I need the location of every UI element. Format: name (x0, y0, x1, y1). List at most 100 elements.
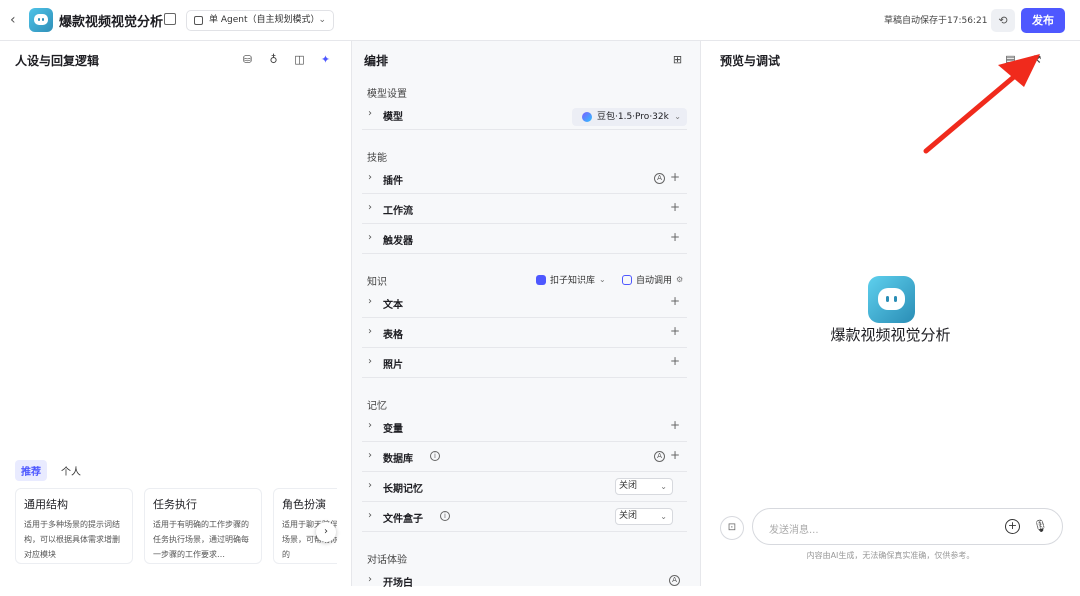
attach-icon[interactable]: ⊡ (720, 516, 744, 540)
file-box-label: 文件盒子 (383, 514, 423, 525)
chevron-right-icon: › (368, 232, 372, 243)
publish-button[interactable]: 发布 (1021, 8, 1065, 33)
template-card[interactable]: 通用结构 适用于多种场景的提示词结构，可以根据具体需求增删对应模块 (15, 488, 133, 564)
persona-title: 人设与回复逻辑 (15, 54, 100, 68)
memory-row-variable[interactable]: › 变量 + (362, 413, 687, 442)
chevron-right-icon[interactable]: › (316, 522, 336, 542)
history-icon[interactable]: ⟲ (991, 9, 1015, 32)
tab-personal[interactable]: 个人 (55, 460, 87, 481)
add-icon[interactable]: + (670, 418, 680, 432)
workflow-label: 工作流 (383, 206, 413, 217)
message-input[interactable]: 发送消息... + 🎙 (752, 508, 1063, 545)
magic-icon[interactable]: ✦ (319, 53, 332, 66)
dialog-row-opening[interactable]: › 开场白 A (362, 567, 687, 596)
split-view-icon[interactable]: ◫ (293, 53, 306, 66)
text-label: 文本 (383, 300, 403, 311)
chevron-right-icon: › (368, 108, 372, 119)
auto-icon[interactable]: A (654, 451, 665, 462)
app-title: 爆款视频视觉分析 (59, 15, 164, 30)
chevron-right-icon: › (368, 480, 372, 491)
chevron-down-icon: ⌄ (599, 275, 606, 284)
knowledge-source-select[interactable]: 扣子知识库 ⌄ (536, 273, 606, 286)
table-label: 表格 (383, 330, 403, 341)
knowledge-base-icon (536, 274, 546, 285)
skill-row-workflow[interactable]: › 工作流 + (362, 195, 687, 224)
wrench-icon[interactable]: ⚒ (1030, 53, 1043, 66)
orchestration-title: 编排 (364, 54, 389, 68)
memory-row-long-term[interactable]: › 长期记忆 关闭 ⌄ (362, 473, 687, 502)
trigger-label: 触发器 (383, 236, 413, 247)
add-icon[interactable]: + (670, 230, 680, 244)
model-select[interactable]: 豆包·1.5·Pro·32k ⌄ (572, 108, 687, 126)
card-title: 通用结构 (24, 498, 68, 511)
knowledge-call-select[interactable]: 自动调用 ⚙ (622, 273, 683, 286)
opening-label: 开场白 (383, 578, 413, 589)
long-memory-select[interactable]: 关闭 ⌄ (615, 478, 673, 495)
info-icon[interactable]: i (440, 511, 450, 521)
ai-disclaimer: 内容由AI生成，无法确保真实准确，仅供参考。 (806, 551, 975, 560)
info-icon[interactable]: i (430, 451, 440, 461)
chevron-right-icon: › (368, 326, 372, 337)
section-knowledge: 知识 (367, 277, 387, 288)
add-icon[interactable]: + (1005, 519, 1020, 534)
bulb-icon[interactable]: ♁ (267, 53, 280, 66)
photo-label: 照片 (383, 360, 403, 371)
auto-icon[interactable]: A (669, 575, 680, 586)
bot-logo (29, 8, 53, 32)
chevron-right-icon: › (368, 296, 372, 307)
microphone-icon[interactable]: 🎙 (1033, 519, 1048, 533)
agent-mode-select[interactable]: 单 Agent（自主规划模式） ⌄ (186, 10, 334, 31)
chevron-right-icon: › (368, 202, 372, 213)
skill-row-plugin[interactable]: › 插件 A + (362, 165, 687, 194)
skill-row-trigger[interactable]: › 触发器 + (362, 225, 687, 254)
section-model-settings: 模型设置 (367, 89, 407, 100)
log-icon[interactable]: ▤ (1004, 53, 1017, 66)
optimize-icon[interactable]: ⛁ (241, 53, 254, 66)
card-title: 任务执行 (153, 498, 197, 511)
add-icon[interactable]: + (670, 170, 680, 184)
plugin-label: 插件 (383, 176, 403, 187)
template-card[interactable]: 任务执行 适用于有明确的工作步骤的任务执行场景，通过明确每一步骤的工作要求… (144, 488, 262, 564)
top-bar: ‹ 爆款视频视觉分析 单 Agent（自主规划模式） ⌄ 草稿自动保存于17:5… (0, 0, 1080, 41)
knowledge-call-label: 自动调用 (636, 276, 673, 286)
settings-icon: ⚙ (676, 275, 684, 284)
knowledge-row-table[interactable]: › 表格 + (362, 319, 687, 348)
card-title: 角色扮演 (282, 498, 326, 511)
long-memory-value: 关闭 (619, 481, 638, 491)
tab-recommended[interactable]: 推荐 (15, 460, 47, 481)
orchestration-panel: 编排 ⊞ 模型设置 › 模型 豆包·1.5·Pro·32k ⌄ 技能 › 插件 … (352, 41, 701, 589)
file-box-select[interactable]: 关闭 ⌄ (615, 508, 673, 525)
add-icon[interactable]: + (670, 354, 680, 368)
knowledge-row-text[interactable]: › 文本 + (362, 289, 687, 318)
layout-icon[interactable]: ⊞ (671, 53, 684, 66)
knowledge-source-label: 扣子知识库 (550, 276, 596, 286)
persona-panel: 人设与回复逻辑 ⛁ ♁ ◫ ✦ 推荐 个人 通用结构 适用于多种场景的提示词结构… (0, 41, 352, 586)
back-icon[interactable]: ‹ (10, 12, 24, 28)
model-label: 模型 (383, 112, 403, 123)
auto-call-icon (622, 274, 632, 285)
database-label: 数据库 (383, 454, 413, 465)
section-skills: 技能 (367, 153, 387, 164)
card-desc: 适用于多种场景的提示词结构，可以根据具体需求增删对应模块 (24, 520, 120, 559)
auto-icon[interactable]: A (654, 173, 665, 184)
section-dialog: 对话体验 (367, 555, 407, 566)
message-placeholder: 发送消息... (769, 525, 819, 536)
chevron-right-icon: › (368, 420, 372, 431)
bot-avatar (868, 276, 915, 323)
knowledge-row-photo[interactable]: › 照片 + (362, 349, 687, 378)
add-icon[interactable]: + (670, 324, 680, 338)
edit-icon[interactable] (164, 13, 176, 25)
add-icon[interactable]: + (670, 448, 680, 462)
preview-title: 预览与调试 (720, 54, 781, 68)
doubao-icon (582, 112, 592, 122)
template-cards: 通用结构 适用于多种场景的提示词结构，可以根据具体需求增删对应模块 任务执行 适… (15, 488, 337, 564)
add-icon[interactable]: + (670, 294, 680, 308)
chevron-right-icon: › (368, 356, 372, 367)
draft-status: 草稿自动保存于17:56:21 (884, 16, 988, 26)
add-icon[interactable]: + (670, 200, 680, 214)
agent-mode-label: 单 Agent（自主规划模式） (209, 15, 320, 25)
memory-row-database[interactable]: › 数据库 i A + (362, 443, 687, 472)
chevron-right-icon: › (368, 574, 372, 585)
chevron-down-icon: ⌄ (318, 15, 326, 25)
memory-row-file-box[interactable]: › 文件盒子 i 关闭 ⌄ (362, 503, 687, 532)
